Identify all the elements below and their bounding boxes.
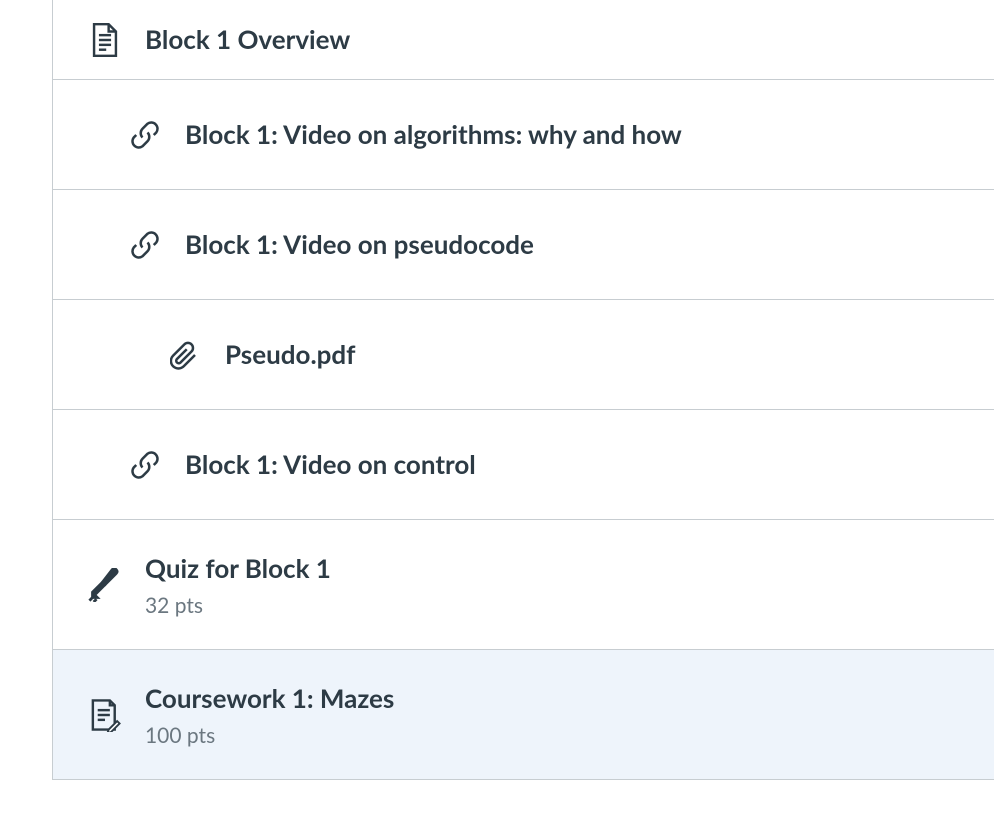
module-item[interactable]: Block 1: Video on control — [53, 410, 994, 520]
module-item[interactable]: Block 1: Video on algorithms: why and ho… — [53, 80, 994, 190]
module-item[interactable]: Coursework 1: Mazes 100 pts — [53, 650, 994, 780]
module-item-content: Coursework 1: Mazes 100 pts — [145, 681, 414, 747]
module-item-title: Block 1: Video on pseudocode — [185, 227, 534, 262]
module-item-content: Block 1: Video on pseudocode — [185, 227, 554, 262]
assignment-icon — [65, 698, 145, 732]
quiz-icon — [65, 568, 145, 602]
module-item[interactable]: Pseudo.pdf — [53, 300, 994, 410]
module-item-list: Block 1 Overview Block 1: Video on algor… — [52, 0, 994, 780]
page-icon — [65, 23, 145, 57]
module-item[interactable]: Quiz for Block 1 32 pts — [53, 520, 994, 650]
module-item[interactable]: Block 1: Video on pseudocode — [53, 190, 994, 300]
link-icon — [105, 230, 185, 260]
module-item-title: Pseudo.pdf — [225, 337, 355, 372]
module-item-title: Block 1 Overview — [145, 22, 350, 57]
module-item-content: Block 1: Video on algorithms: why and ho… — [185, 117, 702, 152]
module-item-content: Quiz for Block 1 32 pts — [145, 551, 351, 617]
module-item-title: Coursework 1: Mazes — [145, 681, 394, 716]
module-item-points: 32 pts — [145, 593, 331, 618]
module-item-title: Block 1: Video on control — [185, 447, 476, 482]
module-item[interactable]: Block 1 Overview — [53, 0, 994, 80]
module-item-title: Quiz for Block 1 — [145, 551, 331, 586]
module-item-content: Block 1 Overview — [145, 22, 370, 57]
module-item-content: Block 1: Video on control — [185, 447, 496, 482]
attachment-icon — [145, 340, 225, 370]
module-item-content: Pseudo.pdf — [225, 337, 375, 372]
link-icon — [105, 450, 185, 480]
link-icon — [105, 120, 185, 150]
module-item-title: Block 1: Video on algorithms: why and ho… — [185, 117, 682, 152]
module-item-points: 100 pts — [145, 723, 394, 748]
